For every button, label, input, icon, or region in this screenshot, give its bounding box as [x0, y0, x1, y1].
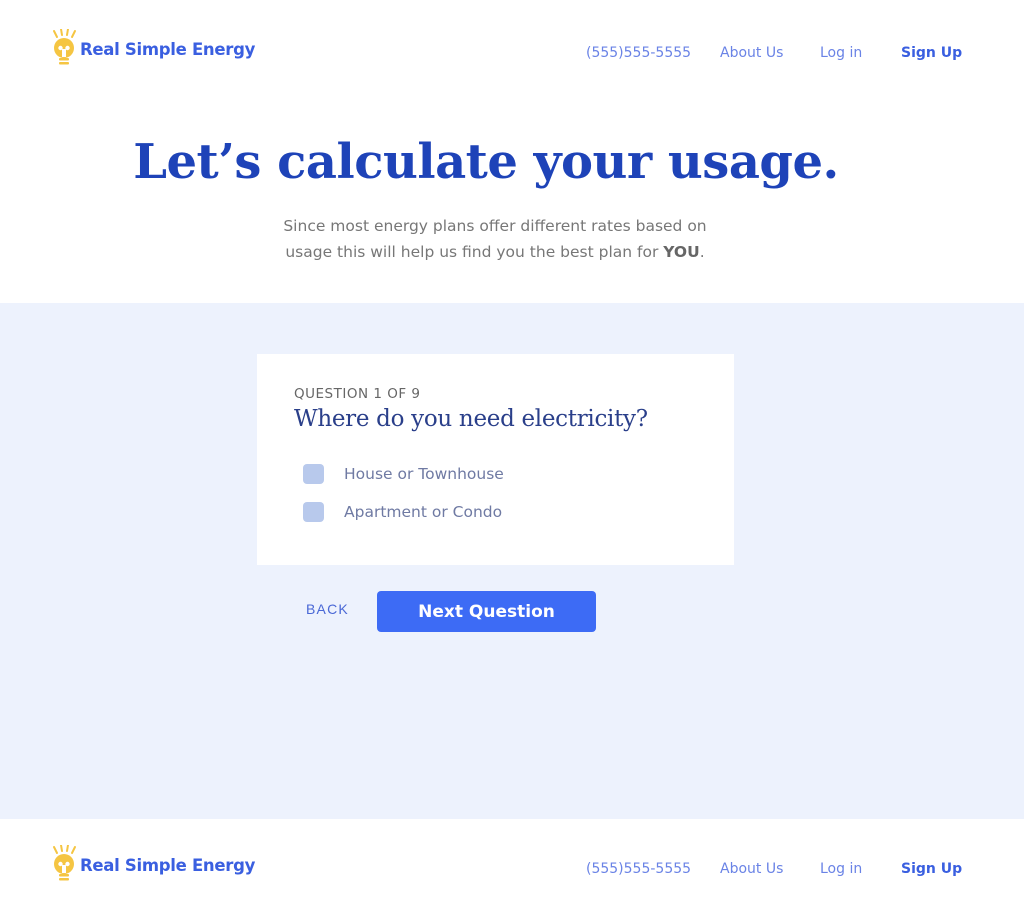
footer-phone-link[interactable]: (555)555-5555	[586, 861, 691, 877]
subtitle-emphasis: YOU	[663, 243, 700, 261]
apartment-checkbox[interactable]	[303, 502, 324, 522]
nav-phone-link[interactable]: (555)555-5555	[586, 45, 691, 61]
footer-brand-logo[interactable]: Real Simple Energy	[50, 845, 255, 885]
subtitle-end: .	[699, 243, 705, 261]
lightbulb-icon	[53, 845, 76, 881]
footer-brand-name: Real Simple Energy	[80, 855, 256, 875]
nav-login-link[interactable]: Log in	[820, 45, 862, 61]
nav-about-link[interactable]: About Us	[720, 45, 783, 61]
option-label: House or Townhouse	[344, 465, 504, 483]
option-label: Apartment or Condo	[344, 503, 503, 521]
top-navbar: Real Simple Energy (555)555-5555 About U…	[0, 22, 1024, 82]
brand-logo[interactable]: Real Simple Energy	[50, 29, 255, 69]
brand-name: Real Simple Energy	[80, 39, 256, 59]
subtitle-line-2: usage this will help us find you the bes…	[285, 243, 659, 261]
footer-signup-link[interactable]: Sign Up	[901, 861, 962, 877]
nav-signup-link[interactable]: Sign Up	[901, 45, 962, 61]
footer-login-link[interactable]: Log in	[820, 861, 862, 877]
question-text: Where do you need electricity?	[294, 406, 648, 432]
option-house[interactable]: House or Townhouse	[303, 464, 504, 484]
footer-about-link[interactable]: About Us	[720, 861, 783, 877]
page-title: Let’s calculate your usage.	[133, 134, 839, 190]
quiz-section: QUESTION 1 OF 9 Where do you need electr…	[0, 303, 1024, 819]
lightbulb-icon	[53, 29, 76, 65]
house-checkbox[interactable]	[303, 464, 324, 484]
question-card: QUESTION 1 OF 9 Where do you need electr…	[257, 354, 734, 565]
page-subtitle: Since most energy plans offer different …	[0, 213, 990, 265]
question-counter: QUESTION 1 OF 9	[294, 386, 421, 402]
back-button[interactable]: BACK	[306, 601, 349, 617]
footer-navbar: Real Simple Energy (555)555-5555 About U…	[0, 838, 1024, 898]
subtitle-line-1: Since most energy plans offer different …	[283, 217, 707, 235]
option-apartment[interactable]: Apartment or Condo	[303, 502, 502, 522]
next-question-button[interactable]: Next Question	[377, 591, 596, 632]
